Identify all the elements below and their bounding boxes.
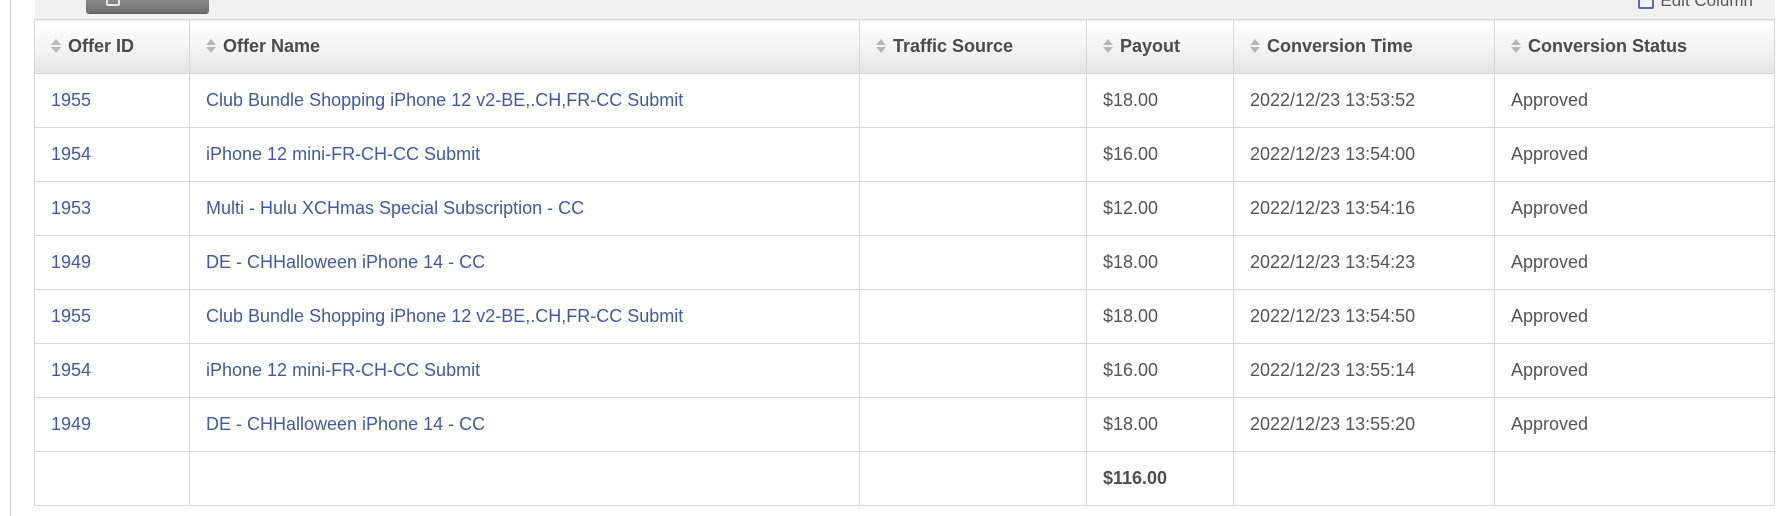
offer-name-link[interactable]: Multi - Hulu XCHmas Special Subscription…: [189, 181, 860, 236]
payout-cell: $16.00: [1086, 343, 1234, 398]
conversions-page: Edit Column Offer ID Offer Name Traffic …: [0, 0, 1789, 516]
conversion-time-cell: 2022/12/23 13:54:23: [1233, 235, 1495, 290]
traffic-source-cell: [859, 235, 1087, 290]
offer-id-link[interactable]: 1954: [34, 127, 190, 182]
total-empty-cell: [859, 451, 1087, 506]
total-empty-cell: [34, 451, 190, 506]
offer-id-link[interactable]: 1955: [34, 73, 190, 128]
table-row: 1949 DE - CHHalloween iPhone 14 - CC $18…: [34, 397, 1775, 452]
conversion-status-cell: Approved: [1494, 397, 1775, 452]
sort-icon: [1250, 38, 1260, 54]
payout-cell: $18.00: [1086, 289, 1234, 344]
sort-icon: [206, 38, 216, 54]
conversion-time-cell: 2022/12/23 13:53:52: [1233, 73, 1495, 128]
table-row: 1949 DE - CHHalloween iPhone 14 - CC $18…: [34, 235, 1775, 290]
payout-cell: $12.00: [1086, 181, 1234, 236]
sort-icon: [1511, 38, 1521, 54]
conversion-time-cell: 2022/12/23 13:55:20: [1233, 397, 1495, 452]
offer-name-link[interactable]: iPhone 12 mini-FR-CH-CC Submit: [189, 343, 860, 398]
column-header-conversion-time[interactable]: Conversion Time: [1233, 19, 1495, 74]
traffic-source-cell: [859, 397, 1087, 452]
conversion-status-cell: Approved: [1494, 235, 1775, 290]
conversions-table: Offer ID Offer Name Traffic Source Payou…: [34, 19, 1775, 506]
column-header-payout[interactable]: Payout: [1086, 19, 1234, 74]
left-border: [10, 0, 11, 516]
offer-name-link[interactable]: iPhone 12 mini-FR-CH-CC Submit: [189, 127, 860, 182]
offer-id-link[interactable]: 1949: [34, 235, 190, 290]
column-header-conversion-status[interactable]: Conversion Status: [1494, 19, 1775, 74]
payout-cell: $18.00: [1086, 397, 1234, 452]
export-icon: [106, 0, 120, 6]
total-empty-cell: [1494, 451, 1775, 506]
table-header-row: Offer ID Offer Name Traffic Source Payou…: [34, 19, 1775, 74]
table-total-row: $116.00: [34, 451, 1775, 506]
offer-id-link[interactable]: 1953: [34, 181, 190, 236]
table-row: 1955 Club Bundle Shopping iPhone 12 v2-B…: [34, 73, 1775, 128]
export-button[interactable]: [86, 0, 209, 13]
conversion-status-cell: Approved: [1494, 181, 1775, 236]
total-empty-cell: [1233, 451, 1495, 506]
table-row: 1954 iPhone 12 mini-FR-CH-CC Submit $16.…: [34, 127, 1775, 182]
offer-name-link[interactable]: Club Bundle Shopping iPhone 12 v2-BE,.CH…: [189, 289, 860, 344]
offer-id-link[interactable]: 1955: [34, 289, 190, 344]
offer-id-link[interactable]: 1954: [34, 343, 190, 398]
conversion-time-cell: 2022/12/23 13:54:00: [1233, 127, 1495, 182]
conversion-status-cell: Approved: [1494, 289, 1775, 344]
edit-column-label: Edit Column: [1660, 0, 1753, 10]
payout-cell: $18.00: [1086, 235, 1234, 290]
offer-name-link[interactable]: Club Bundle Shopping iPhone 12 v2-BE,.CH…: [189, 73, 860, 128]
traffic-source-cell: [859, 289, 1087, 344]
sort-icon: [876, 38, 886, 54]
total-empty-cell: [189, 451, 860, 506]
offer-name-link[interactable]: DE - CHHalloween iPhone 14 - CC: [189, 397, 860, 452]
traffic-source-cell: [859, 127, 1087, 182]
conversion-status-cell: Approved: [1494, 343, 1775, 398]
conversion-time-cell: 2022/12/23 13:55:14: [1233, 343, 1495, 398]
payout-cell: $16.00: [1086, 127, 1234, 182]
table-toolbar: Edit Column: [35, 0, 1775, 20]
conversion-time-cell: 2022/12/23 13:54:16: [1233, 181, 1495, 236]
traffic-source-cell: [859, 73, 1087, 128]
edit-column-button[interactable]: Edit Column: [1638, 0, 1753, 11]
table-row: 1954 iPhone 12 mini-FR-CH-CC Submit $16.…: [34, 343, 1775, 398]
table-row: 1955 Club Bundle Shopping iPhone 12 v2-B…: [34, 289, 1775, 344]
edit-column-icon: [1638, 0, 1655, 9]
table-row: 1953 Multi - Hulu XCHmas Special Subscri…: [34, 181, 1775, 236]
column-header-traffic-source[interactable]: Traffic Source: [859, 19, 1087, 74]
traffic-source-cell: [859, 181, 1087, 236]
column-header-offer-name[interactable]: Offer Name: [189, 19, 860, 74]
total-payout: $116.00: [1086, 451, 1234, 506]
conversion-status-cell: Approved: [1494, 73, 1775, 128]
conversion-status-cell: Approved: [1494, 127, 1775, 182]
column-header-offer-id[interactable]: Offer ID: [34, 19, 190, 74]
traffic-source-cell: [859, 343, 1087, 398]
offer-name-link[interactable]: DE - CHHalloween iPhone 14 - CC: [189, 235, 860, 290]
sort-icon: [51, 38, 61, 54]
conversion-time-cell: 2022/12/23 13:54:50: [1233, 289, 1495, 344]
offer-id-link[interactable]: 1949: [34, 397, 190, 452]
payout-cell: $18.00: [1086, 73, 1234, 128]
sort-icon: [1103, 38, 1113, 54]
